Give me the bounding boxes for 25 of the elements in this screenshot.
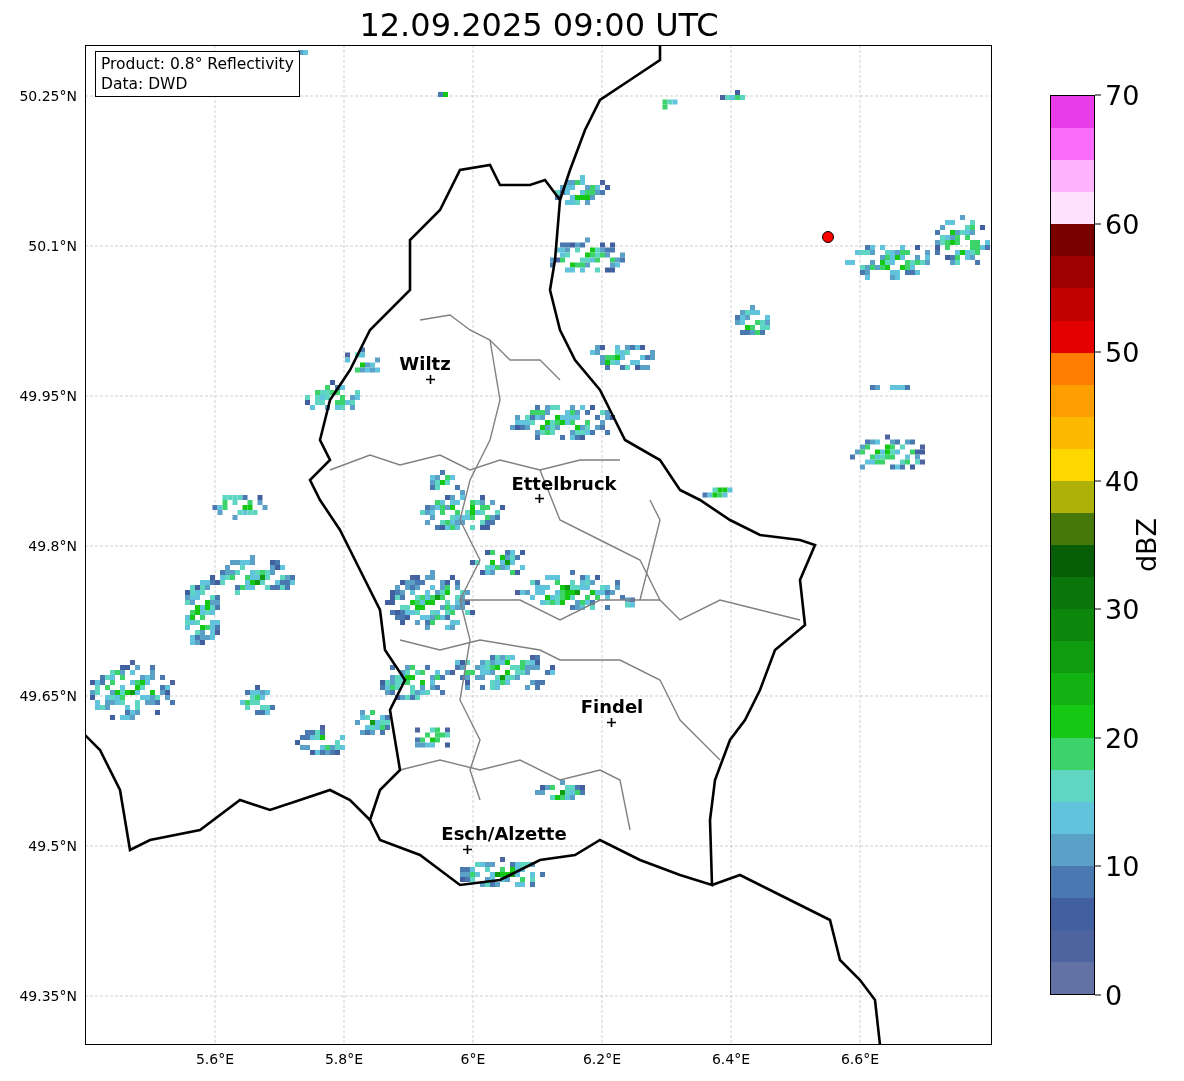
longitude-label: 6°E [460, 1051, 486, 1067]
longitude-label: 6.6°E [840, 1051, 880, 1067]
latitude-label: 50.1°N [28, 238, 77, 254]
plus-marker-icon [534, 493, 544, 503]
latitude-label: 49.95°N [19, 388, 77, 404]
info-text: Product: 0.8° Reflectivity [101, 54, 294, 74]
info-text: Data: DWD [101, 74, 189, 94]
colorbar-label: dBZ [1130, 517, 1162, 573]
longitude-label: 5.8°E [324, 1051, 364, 1067]
latitude-label: 49.65°N [19, 688, 77, 704]
longitude-label: 6.4°E [711, 1051, 751, 1067]
longitude-label: 5.6°E [195, 1051, 235, 1067]
latitude-label: 49.35°N [19, 988, 77, 1004]
plus-marker-icon [425, 374, 435, 384]
plus-marker-icon [462, 844, 472, 854]
place-label: Esch/Alzette [441, 822, 567, 844]
longitude-label: 6.2°E [582, 1051, 622, 1067]
place-label: Wiltz [399, 352, 451, 374]
latitude-label: 49.8°N [28, 538, 77, 554]
plus-marker-icon [606, 717, 616, 727]
place-label: Findel [580, 695, 644, 717]
latitude-label: 49.5°N [28, 838, 77, 854]
latitude-label: 50.25°N [19, 88, 77, 104]
place-label: Ettelbruck [511, 472, 617, 494]
chart-title: 12.09.2025 09:00 UTC [358, 5, 720, 45]
